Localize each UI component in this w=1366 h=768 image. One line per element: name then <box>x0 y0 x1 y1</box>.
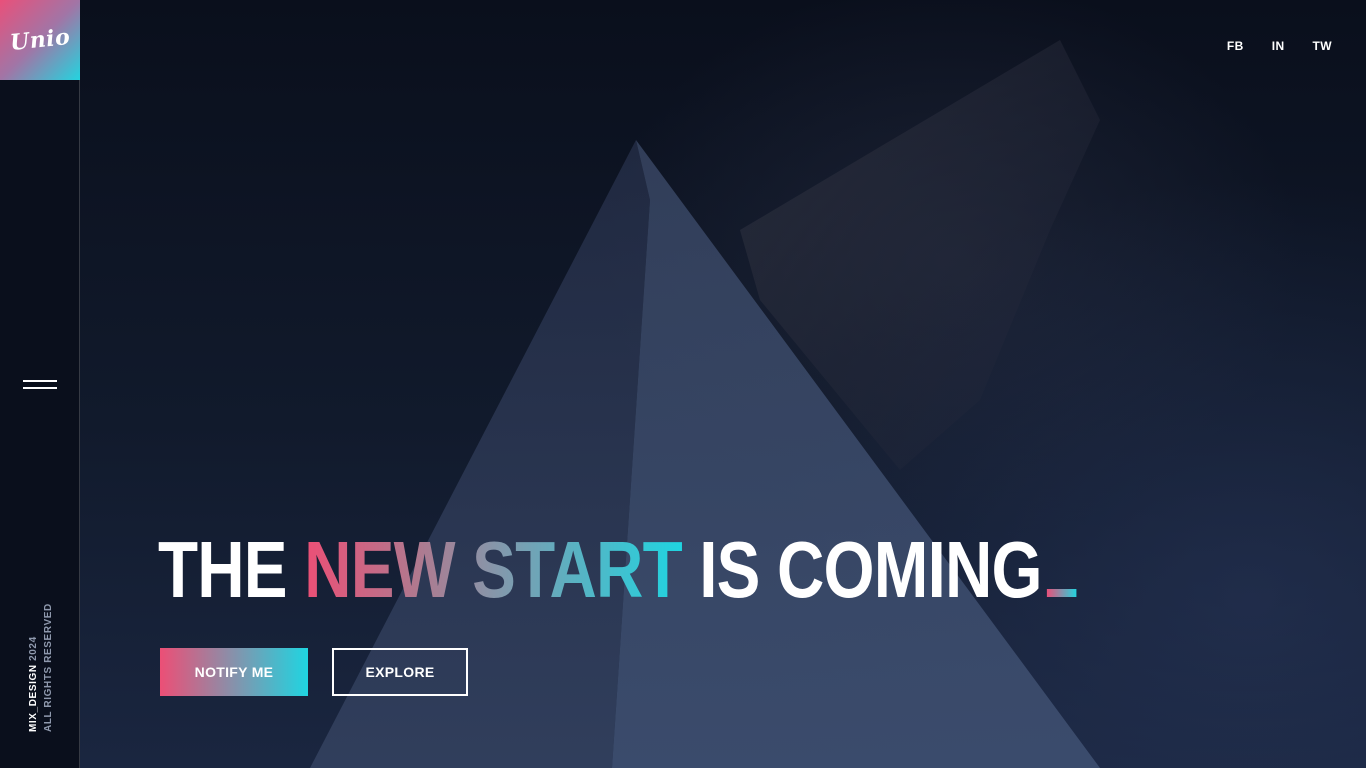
explore-button[interactable]: EXPLORE <box>332 648 468 696</box>
headline-gradient-words: NEW START <box>304 525 682 614</box>
rights-text: ALL RIGHTS RESERVED <box>43 603 54 732</box>
headline-word-the: THE <box>158 525 288 614</box>
notify-me-button[interactable]: NOTIFY ME <box>160 648 308 696</box>
logo[interactable]: Unio <box>0 0 80 80</box>
cursor-mark <box>1046 589 1077 597</box>
sidebar: Unio MIX_DESIGN 2024 ALL RIGHTS RESERVED <box>0 0 80 768</box>
instagram-link[interactable]: IN <box>1272 39 1285 53</box>
copyright-brand: MIX_DESIGN <box>28 664 39 732</box>
headline-word-coming: IS COMING <box>699 525 1042 614</box>
copyright-year: 2024 <box>28 636 39 661</box>
logo-text: Unio <box>8 23 72 57</box>
facebook-link[interactable]: FB <box>1227 39 1244 53</box>
hero-headline: THE NEW START IS COMING <box>158 520 1077 620</box>
social-links: FB IN TW <box>1227 39 1332 53</box>
twitter-link[interactable]: TW <box>1313 39 1332 53</box>
copyright-block: MIX_DESIGN 2024 ALL RIGHTS RESERVED <box>26 596 56 732</box>
hamburger-menu-icon[interactable] <box>23 378 57 392</box>
copyright-line: MIX_DESIGN 2024 <box>26 596 41 732</box>
